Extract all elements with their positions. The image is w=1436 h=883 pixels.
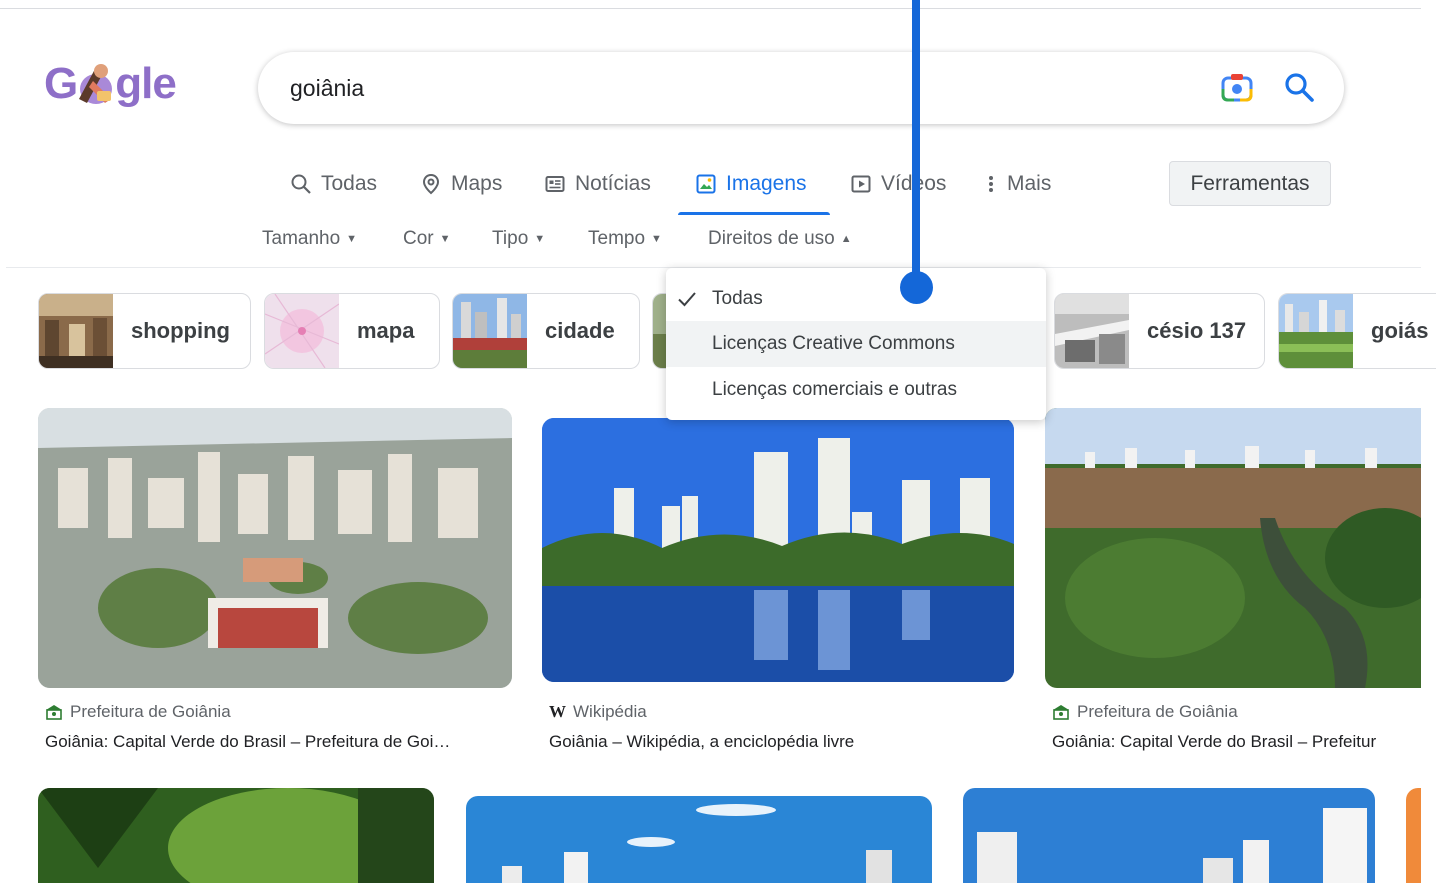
menu-item-label: Licenças Creative Commons xyxy=(712,333,955,354)
filter-direitos-de-uso[interactable]: Direitos de uso ▲ xyxy=(708,224,852,254)
menu-item-commercial[interactable]: Licenças comerciais e outras xyxy=(666,367,1046,413)
tab-label: Todas xyxy=(321,172,378,195)
chip-label: césio 137 xyxy=(1147,318,1247,343)
partial-image xyxy=(1406,788,1421,883)
tab-mais[interactable]: Mais xyxy=(984,160,1051,208)
tab-maps[interactable]: Maps xyxy=(420,160,502,208)
caret-down-icon: ▼ xyxy=(439,233,451,245)
filter-cor[interactable]: Cor ▼ xyxy=(403,224,451,254)
google-images-page: G gle Todas Maps xyxy=(0,0,1436,883)
chip-thumbnail xyxy=(1279,294,1353,368)
caret-down-icon: ▼ xyxy=(346,233,358,245)
news-icon xyxy=(545,176,565,192)
chip-label: shopping xyxy=(131,318,230,343)
google-lens-icon[interactable] xyxy=(1220,71,1254,105)
more-vert-icon xyxy=(989,176,993,192)
result-image-1[interactable] xyxy=(38,408,512,688)
chip-mapa[interactable]: mapa xyxy=(264,293,440,369)
result-title-3[interactable]: Goiânia: Capital Verde do Brasil – Prefe… xyxy=(1052,732,1421,754)
chip-cesio-137[interactable]: césio 137 xyxy=(1054,293,1265,369)
lake-skyline-image xyxy=(542,418,1014,682)
chip-thumbnail xyxy=(453,294,527,368)
result-title-1[interactable]: Goiânia: Capital Verde do Brasil – Prefe… xyxy=(45,732,505,754)
google-doodle-logo[interactable]: G gle xyxy=(44,58,177,110)
chip-thumbnail xyxy=(39,294,113,368)
result-source-1[interactable]: Prefeitura de Goiânia xyxy=(45,702,231,722)
tab-label: Mais xyxy=(1007,172,1052,195)
filter-label: Tempo xyxy=(588,228,646,249)
map-pin-icon xyxy=(422,173,440,195)
search-icon xyxy=(291,174,311,194)
menu-item-label: Licenças comerciais e outras xyxy=(712,379,957,400)
tab-todas[interactable]: Todas xyxy=(290,160,377,208)
annotation-pointer-dot xyxy=(900,271,933,304)
prefeitura-favicon-icon xyxy=(46,705,62,720)
search-input[interactable] xyxy=(290,52,1190,124)
filter-label: Tipo xyxy=(492,228,529,249)
result-source-label: Prefeitura de Goiânia xyxy=(1077,702,1238,721)
filter-label: Direitos de uso xyxy=(708,228,835,249)
menu-item-label: Todas xyxy=(712,288,763,309)
filter-tamanho[interactable]: Tamanho ▼ xyxy=(262,224,357,254)
result-source-3[interactable]: Prefeitura de Goiânia xyxy=(1052,702,1238,722)
active-tab-indicator xyxy=(678,212,830,215)
result-image-2[interactable] xyxy=(542,418,1014,682)
result-image-5[interactable] xyxy=(466,796,932,883)
tab-label: Notícias xyxy=(575,172,651,195)
logo-letters-gle: gle xyxy=(115,59,177,108)
result-image-3[interactable] xyxy=(1045,408,1421,688)
result-image-6[interactable] xyxy=(963,788,1375,883)
result-source-label: Wikipédia xyxy=(573,702,647,721)
aerial-city-image xyxy=(38,408,512,688)
chip-label: goiás xyxy=(1371,318,1429,343)
usage-rights-menu: Todas Licenças Creative Commons Licenças… xyxy=(666,268,1046,420)
park-aerial-image xyxy=(1045,408,1421,688)
search-tabs: Todas Maps Notícias Imagens Vídeos Mais xyxy=(0,160,1100,216)
logo-letter-g: G xyxy=(44,59,78,108)
chip-thumbnail xyxy=(265,294,339,368)
filter-label: Cor xyxy=(403,228,434,249)
wikipedia-favicon-icon: W xyxy=(549,702,566,721)
caret-down-icon: ▼ xyxy=(651,233,662,245)
tools-button[interactable]: Ferramentas xyxy=(1169,161,1331,206)
result-source-2[interactable]: W Wikipédia xyxy=(549,702,647,722)
annotation-pointer-line xyxy=(912,0,920,286)
caret-up-icon: ▲ xyxy=(840,233,852,245)
result-image-7[interactable] xyxy=(1406,788,1421,883)
buildings-image xyxy=(963,788,1375,883)
chip-label: mapa xyxy=(357,318,415,343)
skyline-image xyxy=(466,796,932,883)
image-icon xyxy=(696,174,716,194)
chip-goias[interactable]: goiás xyxy=(1278,293,1436,369)
caret-down-icon: ▼ xyxy=(534,233,546,245)
doodle-figure-icon xyxy=(79,64,113,104)
tab-label: Maps xyxy=(451,172,503,195)
tab-videos[interactable]: Vídeos xyxy=(850,160,946,208)
tab-label: Imagens xyxy=(726,172,807,195)
top-divider xyxy=(0,8,1421,9)
check-icon xyxy=(678,292,696,307)
filter-tempo[interactable]: Tempo ▼ xyxy=(588,224,662,254)
chip-label: cidade xyxy=(545,318,615,343)
result-source-label: Prefeitura de Goiânia xyxy=(70,702,231,721)
prefeitura-favicon-icon xyxy=(1053,705,1069,720)
play-icon xyxy=(851,175,871,193)
chip-shopping[interactable]: shopping xyxy=(38,293,251,369)
search-box xyxy=(258,52,1344,124)
filter-label: Tamanho xyxy=(262,228,341,249)
chip-thumbnail xyxy=(1055,294,1129,368)
chip-cidade[interactable]: cidade xyxy=(452,293,640,369)
tab-imagens[interactable]: Imagens xyxy=(695,160,807,208)
filter-tipo[interactable]: Tipo ▼ xyxy=(492,224,545,254)
result-title-2[interactable]: Goiânia – Wikipédia, a enciclopédia livr… xyxy=(549,732,1009,754)
menu-item-todas[interactable]: Todas xyxy=(666,276,1046,322)
tab-noticias[interactable]: Notícias xyxy=(544,160,651,208)
search-submit-icon[interactable] xyxy=(1282,70,1316,104)
palm-trees-image xyxy=(38,788,434,883)
result-image-4[interactable] xyxy=(38,788,434,883)
menu-item-creative-commons[interactable]: Licenças Creative Commons xyxy=(666,321,1046,367)
